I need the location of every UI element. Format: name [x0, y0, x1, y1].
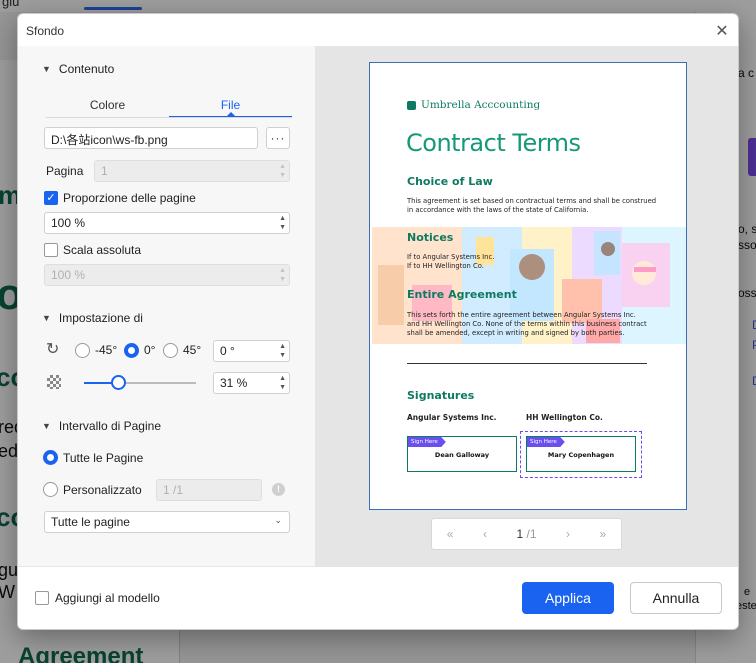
- opacity-slider-thumb[interactable]: [111, 375, 127, 390]
- total-pages: /1: [526, 527, 537, 541]
- all-pages-radio[interactable]: [43, 450, 58, 465]
- section-header-settings[interactable]: ▼ Impostazione di: [42, 311, 143, 325]
- proportion-checkbox[interactable]: ✓: [44, 191, 58, 205]
- preview-signer-name: Mary Copenhagen: [547, 451, 615, 459]
- stepper-icon: ▲ ▼: [279, 163, 286, 179]
- preview-logo-text: Umbrella Acccounting: [421, 99, 541, 111]
- settings-panel: ▼ Contenuto Colore File D:\各站icon\ws-fb.…: [18, 46, 315, 566]
- absolute-scale-input: 100 % ▲ ▼: [44, 264, 290, 286]
- preview-area: Umbrella Acccounting Contract Terms Choi…: [315, 46, 738, 566]
- preview-paragraph: This agreement is set based on contractu…: [407, 197, 657, 214]
- opacity-value: 31 %: [220, 376, 248, 390]
- source-tabs: Colore File: [46, 96, 292, 118]
- info-icon: !: [272, 483, 285, 496]
- caret-down-icon: ▼: [42, 421, 51, 431]
- preview-signature-box: Sign Here Mary Copenhagen: [526, 436, 636, 472]
- custom-range-label: Personalizzato: [63, 483, 142, 497]
- last-page-icon[interactable]: »: [600, 527, 607, 541]
- rotate-icon: ↻: [46, 341, 60, 358]
- add-to-template-label: Aggiungi al modello: [55, 591, 160, 605]
- section-header-label: Intervallo di Pagine: [58, 419, 161, 433]
- close-icon[interactable]: ✕: [712, 21, 732, 41]
- rotation-label: 0°: [144, 343, 156, 357]
- stepper-icon: ▲ ▼: [279, 267, 286, 283]
- stepper-icon[interactable]: ▲ ▼: [279, 342, 286, 360]
- preview-divider: [407, 363, 647, 364]
- opacity-icon: [47, 375, 61, 389]
- preview-logo: Umbrella Acccounting: [407, 99, 540, 111]
- cancel-button[interactable]: Annulla: [630, 582, 722, 614]
- current-page: 1: [516, 527, 524, 541]
- rotation-value: 0 °: [220, 344, 235, 358]
- preview-pager: « ‹ 1 /1 › »: [431, 518, 622, 550]
- sign-here-tag: Sign Here: [408, 437, 446, 447]
- apply-button[interactable]: Applica: [522, 582, 614, 614]
- rotation-label: -45°: [95, 343, 118, 357]
- page-label: Pagina: [46, 164, 84, 178]
- page-indicator: 1 /1: [516, 527, 536, 541]
- rotation-label: 45°: [183, 343, 202, 357]
- tabs-divider: [46, 117, 292, 118]
- stepper-icon[interactable]: ▲ ▼: [279, 374, 286, 392]
- page-range-select-value: Tutte le pagine: [51, 515, 130, 529]
- custom-range-radio[interactable]: [43, 482, 58, 497]
- rotation-radio-minus45[interactable]: [75, 343, 90, 358]
- preview-heading: Signatures: [407, 389, 475, 402]
- rotation-radio-0[interactable]: [124, 343, 139, 358]
- caret-down-icon: ▼: [42, 313, 51, 323]
- preview-paragraph: If to Angular Systems Inc. If to HH Well…: [407, 253, 495, 270]
- first-page-icon[interactable]: «: [447, 527, 454, 541]
- add-to-template-checkbox[interactable]: [35, 591, 49, 605]
- rotation-radio-45[interactable]: [163, 343, 178, 358]
- preview-party-label: HH Wellington Co.: [526, 413, 603, 422]
- chevron-down-icon: ⌄: [274, 515, 282, 525]
- tab-color[interactable]: Colore: [46, 96, 169, 118]
- opacity-input[interactable]: 31 % ▲ ▼: [213, 372, 290, 394]
- prev-page-icon[interactable]: ‹: [483, 527, 487, 541]
- dialog-footer: Aggiungi al modello Applica Annulla: [18, 566, 738, 629]
- stepper-icon[interactable]: ▲ ▼: [279, 214, 286, 232]
- preview-heading: Choice of Law: [407, 175, 493, 188]
- preview-signer-name: Dean Galloway: [434, 451, 490, 459]
- page-select: 1 ▲ ▼: [94, 160, 290, 182]
- page-select-value: 1: [101, 164, 108, 178]
- preview-signature-box: Sign Here Dean Galloway: [407, 436, 517, 472]
- tab-pointer-icon: [227, 112, 235, 116]
- background-dialog: Sfondo ✕ ▼ Contenuto Colore File D:\各站ic…: [17, 13, 739, 630]
- sign-here-tag: Sign Here: [527, 437, 565, 447]
- rotation-input[interactable]: 0 ° ▲ ▼: [213, 340, 290, 362]
- file-path-input[interactable]: D:\各站icon\ws-fb.png: [44, 127, 258, 149]
- preview-party-label: Angular Systems Inc.: [407, 413, 497, 422]
- dialog-title: Sfondo: [26, 24, 65, 38]
- opacity-slider[interactable]: [84, 382, 196, 384]
- absolute-scale-checkbox[interactable]: [44, 243, 58, 257]
- preview-title: Contract Terms: [406, 129, 581, 157]
- page-range-select[interactable]: Tutte le pagine ⌄: [44, 511, 290, 533]
- next-page-icon[interactable]: ›: [566, 527, 570, 541]
- umbrella-logo-icon: [407, 100, 416, 110]
- section-header-label: Impostazione di: [58, 311, 143, 325]
- preview-paragraph: This sets forth the entire agreement bet…: [407, 311, 647, 337]
- absolute-scale-label: Scala assoluta: [63, 243, 142, 257]
- all-pages-label: Tutte le Pagine: [63, 451, 144, 465]
- caret-down-icon: ▼: [42, 64, 51, 74]
- proportion-label: Proporzione delle pagine: [63, 191, 196, 205]
- preview-page: Umbrella Acccounting Contract Terms Choi…: [369, 62, 687, 510]
- absolute-scale-value: 100 %: [51, 268, 86, 282]
- proportion-value: 100 %: [51, 216, 86, 230]
- browse-button[interactable]: ···: [266, 127, 290, 149]
- section-header-label: Contenuto: [58, 62, 115, 76]
- section-header-page-range[interactable]: ▼ Intervallo di Pagine: [42, 419, 161, 433]
- proportion-input[interactable]: 100 % ▲ ▼: [44, 212, 290, 234]
- section-header-content[interactable]: ▼ Contenuto: [42, 62, 114, 76]
- custom-range-input: 1 /1: [156, 479, 262, 501]
- preview-heading: Notices: [407, 231, 454, 244]
- preview-heading: Entire Agreement: [407, 288, 517, 301]
